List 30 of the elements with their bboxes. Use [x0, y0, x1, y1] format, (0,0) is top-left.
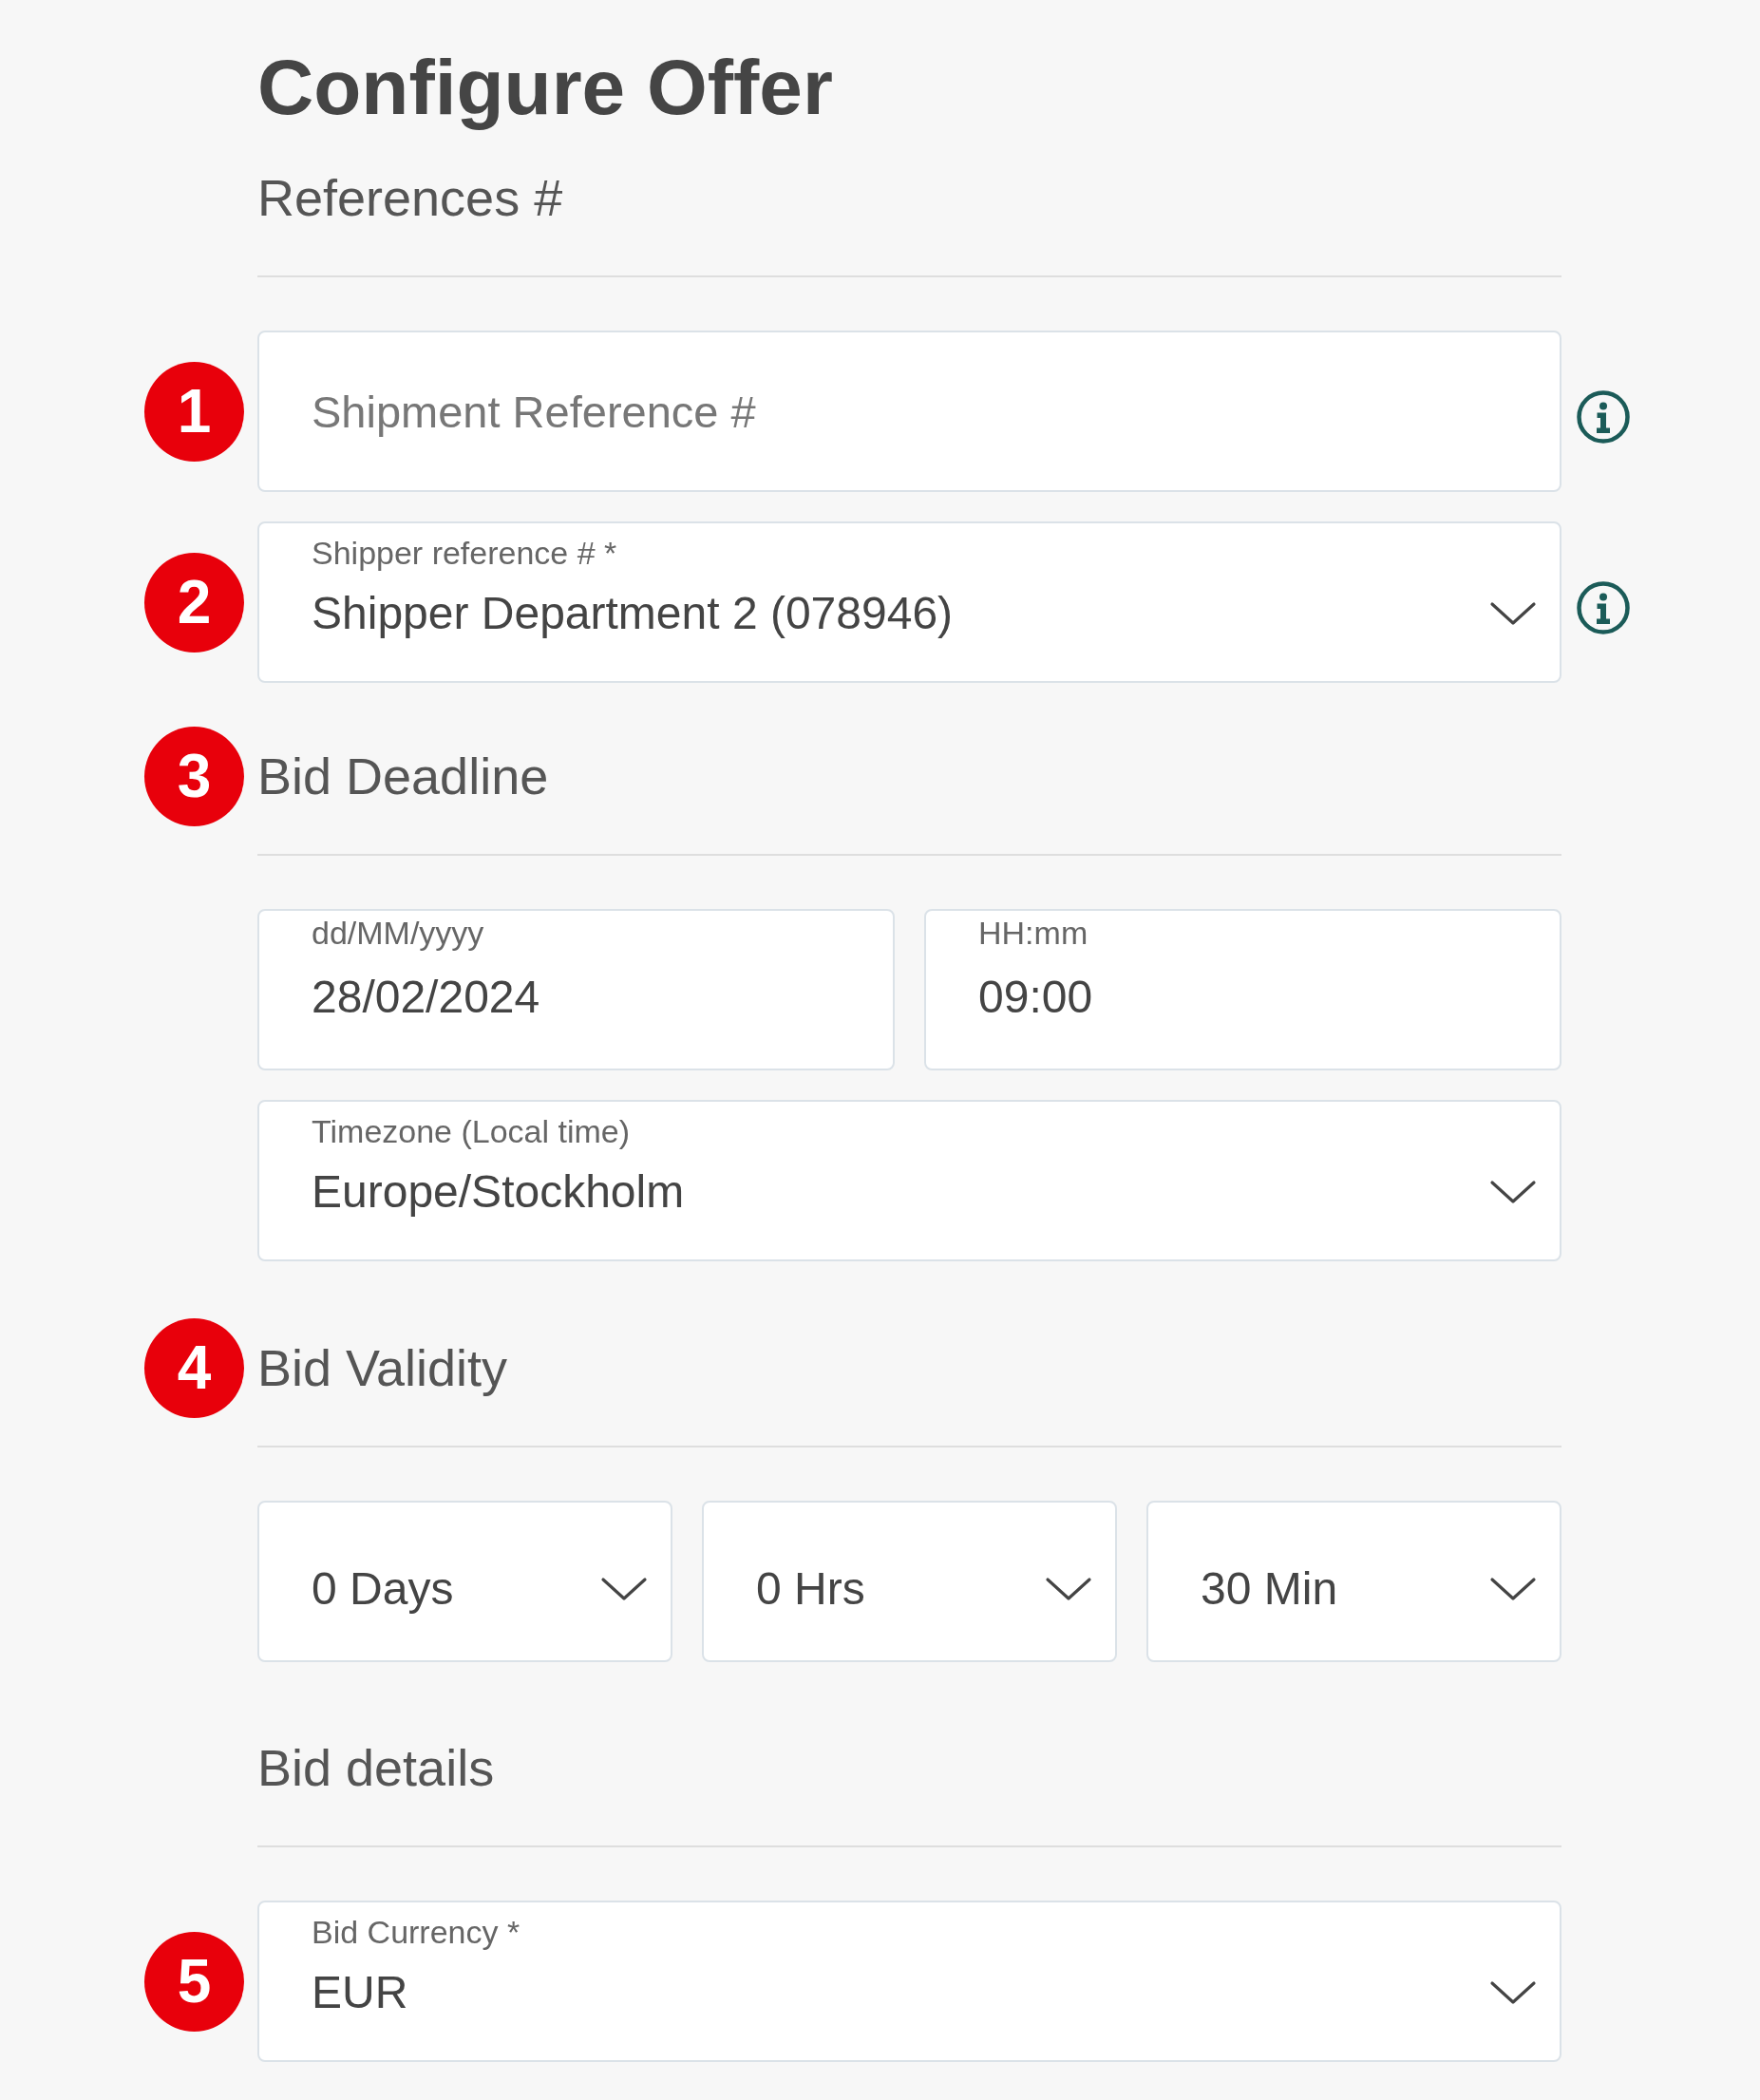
step-marker: 4: [144, 1317, 244, 1418]
dropdown-field[interactable]: 30 Min: [1146, 1501, 1561, 1662]
section-heading: Bid Deadline: [257, 750, 550, 802]
field-label: HH:mm: [978, 917, 1089, 949]
dropdown-field[interactable]: Bid Currency * EUR: [257, 1901, 1561, 2062]
step-marker: 3: [144, 726, 244, 826]
input-field[interactable]: dd/MM/yyyy 28/02/2024: [257, 909, 895, 1070]
field-label: dd/MM/yyyy: [312, 917, 485, 949]
field-label: Shipper reference # *: [312, 537, 618, 569]
field-label: Timezone (Local time): [312, 1115, 632, 1147]
input-field[interactable]: HH:mm 09:00: [924, 909, 1561, 1070]
step-marker: 1: [144, 361, 244, 462]
dropdown-field[interactable]: Shipper reference # * Shipper Department 2 (078946): [257, 521, 1561, 683]
chevron-down-icon: [1489, 1980, 1537, 2005]
step-marker: 5: [144, 1931, 244, 2032]
input-field[interactable]: Shipment Reference #: [257, 331, 1561, 492]
dropdown-field[interactable]: Timezone (Local time) Europe/Stockholm: [257, 1100, 1561, 1261]
step-marker: 2: [144, 552, 244, 653]
section-heading: References #: [257, 172, 564, 223]
field-label: Bid Currency *: [312, 1916, 521, 1948]
chevron-down-icon: [1045, 1577, 1092, 1601]
section-heading: Bid details: [257, 1742, 496, 1793]
info-icon[interactable]: [1577, 390, 1630, 444]
chevron-down-icon: [600, 1577, 648, 1601]
info-icon[interactable]: [1577, 581, 1630, 634]
dropdown-field[interactable]: 0 Hrs: [702, 1501, 1117, 1662]
chevron-down-icon: [1489, 1577, 1537, 1601]
chevron-down-icon: [1489, 1180, 1537, 1204]
dropdown-field[interactable]: 0 Days: [257, 1501, 672, 1662]
chevron-down-icon: [1489, 601, 1537, 626]
